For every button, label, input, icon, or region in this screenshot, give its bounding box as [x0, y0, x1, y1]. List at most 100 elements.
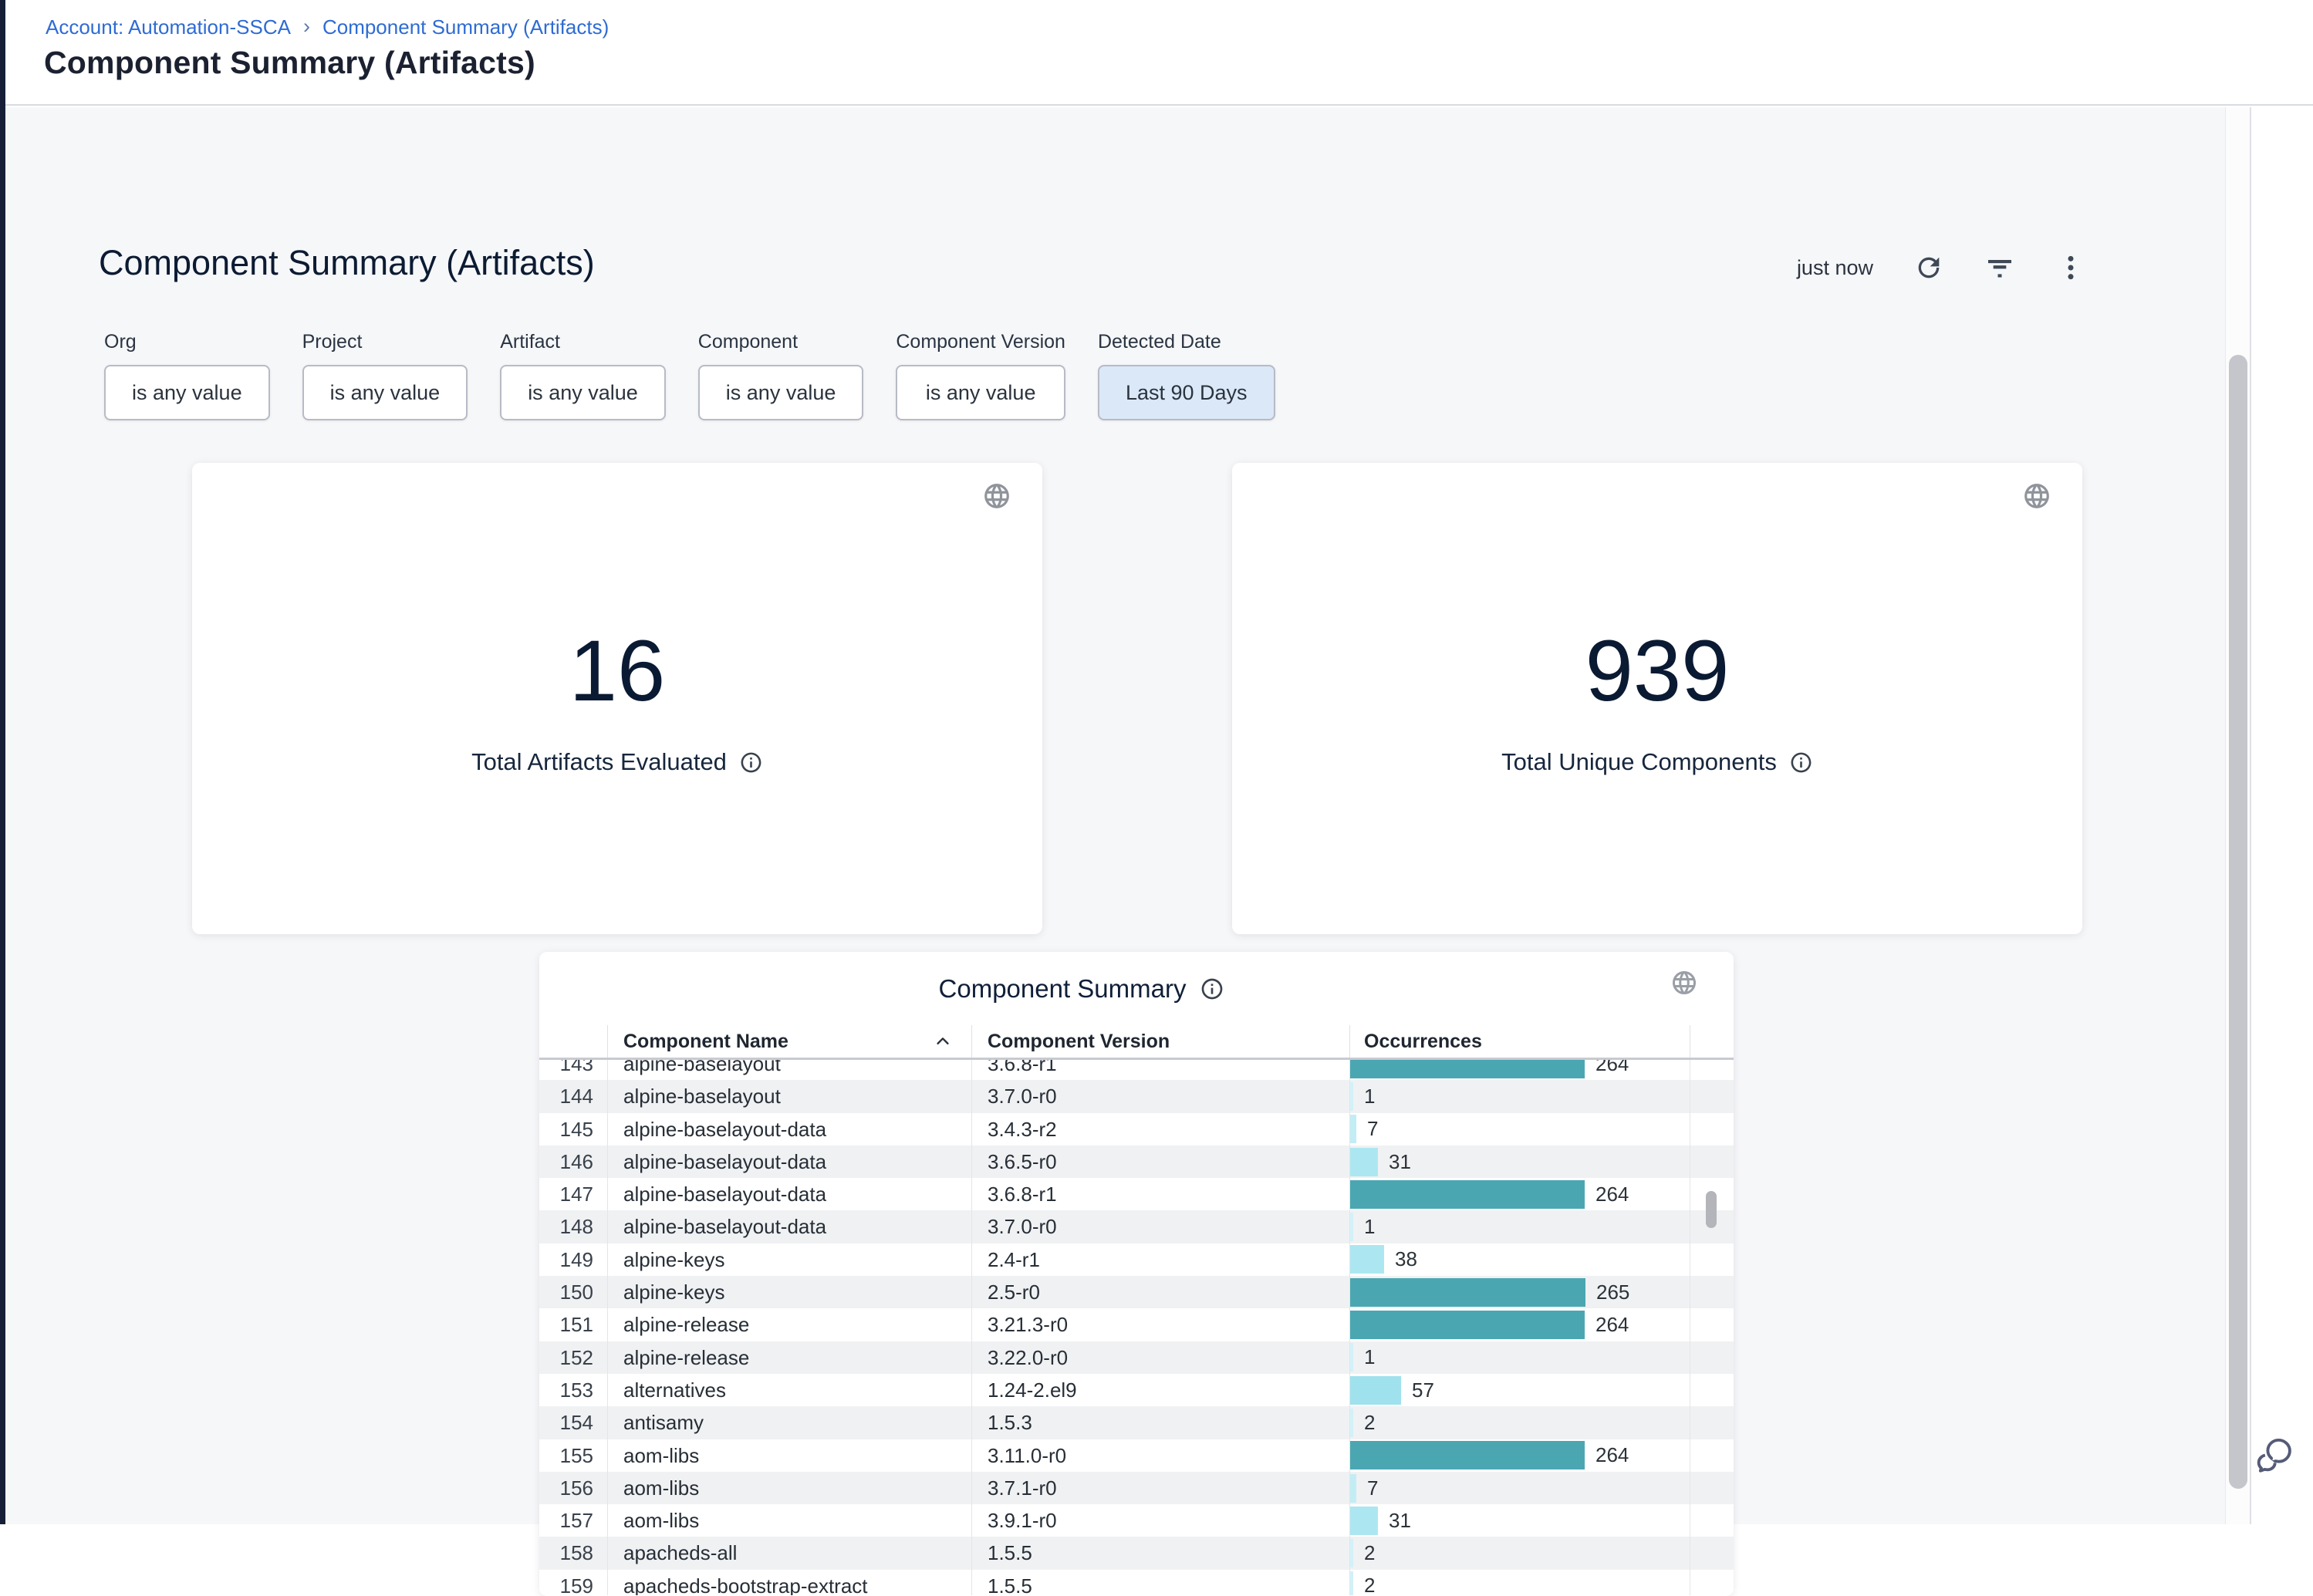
total-artifacts-value: 16 — [569, 621, 666, 720]
component-version-cell: 3.7.0-r0 — [971, 1080, 1349, 1112]
component-name-cell: alpine-keys — [607, 1276, 971, 1308]
table-row[interactable]: 150alpine-keys2.5-r0265 — [539, 1276, 1734, 1308]
row-index: 143 — [539, 1058, 607, 1080]
component-name-cell: alpine-baselayout-data — [607, 1146, 971, 1178]
occurrence-value: 31 — [1389, 1509, 1411, 1533]
component-version-cell: 3.22.0-r0 — [971, 1341, 1349, 1374]
row-index: 145 — [539, 1113, 607, 1146]
component-version-cell: 2.4-r1 — [971, 1243, 1349, 1276]
component-version-cell: 3.11.0-r0 — [971, 1439, 1349, 1472]
occurrence-bar — [1350, 1311, 1585, 1339]
total-artifacts-label: Total Artifacts Evaluated — [471, 748, 727, 776]
column-header-component-name[interactable]: Component Name — [607, 1025, 971, 1058]
table-row[interactable]: 151alpine-release3.21.3-r0264 — [539, 1308, 1734, 1341]
filter-group: Orgis any value — [104, 331, 270, 420]
table-scrollbar-thumb[interactable] — [1706, 1191, 1717, 1228]
table-scroll-area[interactable]: 143alpine-baselayout3.6.8-r1264144alpine… — [539, 1058, 1734, 1595]
component-version-cell: 3.7.1-r0 — [971, 1472, 1349, 1504]
filter-button-component-version[interactable]: is any value — [896, 365, 1065, 420]
table-row[interactable]: 146alpine-baselayout-data3.6.5-r031 — [539, 1146, 1734, 1178]
occurrences-cell: 2 — [1349, 1406, 1690, 1439]
table-row[interactable]: 153alternatives1.24-2.el957 — [539, 1374, 1734, 1406]
dashboard-title: Component Summary (Artifacts) — [99, 243, 595, 283]
row-index: 156 — [539, 1472, 607, 1504]
occurrence-bar — [1350, 1571, 1353, 1595]
filter-group: Project is any value — [302, 331, 468, 420]
globe-icon[interactable] — [2022, 481, 2051, 511]
table-row[interactable]: 143alpine-baselayout3.6.8-r1264 — [539, 1058, 1734, 1080]
breadcrumb-account-link[interactable]: Account: Automation-SSCA — [46, 15, 291, 39]
table-row[interactable]: 144alpine-baselayout3.7.0-r01 — [539, 1080, 1734, 1112]
chat-bubbles-icon[interactable] — [2254, 1432, 2299, 1476]
collapsed-nav-strip — [0, 0, 5, 1524]
globe-icon[interactable] — [982, 481, 1011, 511]
occurrence-value: 2 — [1364, 1574, 1375, 1595]
occurrence-bar — [1350, 1507, 1378, 1535]
filter-group: Component is any value — [698, 331, 864, 420]
occurrence-value: 7 — [1367, 1117, 1378, 1141]
page-scrollbar-thumb[interactable] — [2229, 355, 2247, 1489]
filter-button-detected-date[interactable]: Last 90 Days — [1098, 365, 1275, 420]
row-index: 152 — [539, 1341, 607, 1374]
filter-icon[interactable] — [1984, 252, 2015, 283]
dashboard-controls: just now — [1797, 252, 2086, 283]
table-row[interactable]: 159apacheds-bootstrap-extract1.5.52 — [539, 1570, 1734, 1595]
filter-label: Project — [302, 331, 468, 353]
occurrence-value: 264 — [1595, 1313, 1629, 1337]
page-header: Account: Automation-SSCA › Component Sum… — [5, 0, 2313, 106]
occurrences-cell: 2 — [1349, 1570, 1690, 1595]
table-row[interactable]: 158apacheds-all1.5.52 — [539, 1537, 1734, 1569]
row-index: 154 — [539, 1406, 607, 1439]
component-version-cell: 3.6.8-r1 — [971, 1058, 1349, 1080]
table-row[interactable]: 156aom-libs3.7.1-r07 — [539, 1472, 1734, 1504]
breadcrumb-chevron-icon: › — [303, 15, 310, 39]
info-icon[interactable] — [1200, 977, 1224, 1001]
row-index: 149 — [539, 1243, 607, 1276]
more-vert-icon[interactable] — [2055, 252, 2086, 283]
info-icon[interactable] — [739, 751, 763, 774]
info-icon[interactable] — [1789, 751, 1813, 774]
table-row[interactable]: 154antisamy1.5.32 — [539, 1406, 1734, 1439]
page-scrollbar-track[interactable] — [2225, 107, 2251, 1524]
table-row[interactable]: 148alpine-baselayout-data3.7.0-r01 — [539, 1210, 1734, 1243]
component-name-cell: antisamy — [607, 1406, 971, 1439]
occurrences-cell: 1 — [1349, 1080, 1690, 1112]
component-version-cell: 2.5-r0 — [971, 1276, 1349, 1308]
column-header-occurrences[interactable]: Occurrences — [1349, 1025, 1690, 1058]
filter-label: Component — [698, 331, 864, 353]
breadcrumb-current-link[interactable]: Component Summary (Artifacts) — [322, 15, 609, 39]
occurrence-bar — [1350, 1213, 1353, 1241]
occurrence-value: 31 — [1389, 1150, 1411, 1174]
column-header-component-version[interactable]: Component Version — [971, 1025, 1349, 1058]
row-index: 159 — [539, 1570, 607, 1595]
occurrence-bar — [1350, 1376, 1401, 1405]
table-header-row: Component Name Component Version Occurre… — [539, 1025, 1734, 1058]
filter-button-component[interactable]: is any value — [698, 365, 864, 420]
filter-button-project[interactable]: is any value — [302, 365, 468, 420]
component-name-cell: alpine-release — [607, 1341, 971, 1374]
table-row[interactable]: 157aom-libs3.9.1-r031 — [539, 1504, 1734, 1537]
table-row[interactable]: 155aom-libs3.11.0-r0264 — [539, 1439, 1734, 1472]
filter-button-artifact[interactable]: is any value — [500, 365, 666, 420]
table-row[interactable]: 145alpine-baselayout-data3.4.3-r27 — [539, 1113, 1734, 1146]
table-row[interactable]: 152alpine-release3.22.0-r01 — [539, 1341, 1734, 1374]
row-index: 153 — [539, 1374, 607, 1406]
refresh-icon[interactable] — [1913, 252, 1944, 283]
occurrences-cell: 31 — [1349, 1504, 1690, 1537]
table-row[interactable]: 149alpine-keys2.4-r138 — [539, 1243, 1734, 1276]
component-version-cell: 1.5.3 — [971, 1406, 1349, 1439]
occurrence-bar — [1350, 1409, 1353, 1437]
chevron-up-icon[interactable] — [934, 1033, 951, 1050]
component-version-cell: 3.6.8-r1 — [971, 1178, 1349, 1210]
filter-button-org[interactable]: is any value — [104, 365, 270, 420]
table-row[interactable]: 147alpine-baselayout-data3.6.8-r1264 — [539, 1178, 1734, 1210]
component-version-cell: 3.21.3-r0 — [971, 1308, 1349, 1341]
component-name-cell: aom-libs — [607, 1472, 971, 1504]
occurrence-value: 57 — [1412, 1378, 1434, 1402]
component-name-cell: apacheds-bootstrap-extract — [607, 1570, 971, 1595]
occurrences-cell: 38 — [1349, 1243, 1690, 1276]
component-name-cell: alpine-baselayout-data — [607, 1178, 971, 1210]
filter-label: Detected Date — [1098, 331, 1275, 353]
table-rows: 143alpine-baselayout3.6.8-r1264144alpine… — [539, 1058, 1734, 1595]
occurrences-cell: 264 — [1349, 1058, 1690, 1080]
